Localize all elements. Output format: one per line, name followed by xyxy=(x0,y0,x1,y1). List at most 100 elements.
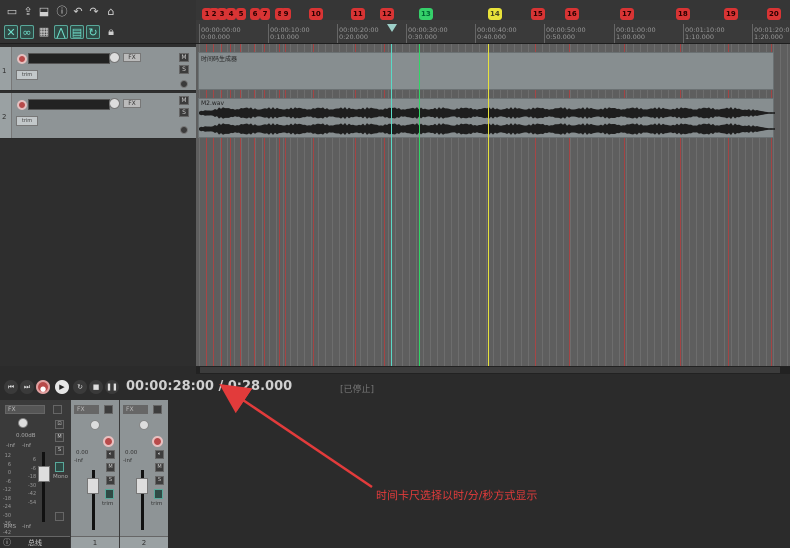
volume-knob[interactable] xyxy=(109,52,120,63)
master-name: 总线 xyxy=(28,539,42,547)
master-fx-button[interactable]: S xyxy=(55,446,64,455)
marker-15[interactable]: 15 xyxy=(531,8,545,20)
go-to-end-icon[interactable]: ⏭ xyxy=(20,380,34,394)
timeline-ruler[interactable]: 1 2 3 4 5 6 7 8 9 10 11 12 13 14 15 16 17 18 19 20 00:00:00… xyxy=(196,0,790,44)
fx-bypass-button[interactable] xyxy=(153,405,162,414)
track-name-field[interactable] xyxy=(28,53,110,64)
master-route-button[interactable] xyxy=(55,512,64,521)
loop-icon[interactable]: ↻ xyxy=(73,380,87,394)
project-settings-icon[interactable]: ⓘ xyxy=(55,5,69,19)
arrange-view[interactable]: 时间码生成器 M2.wav xyxy=(196,44,790,366)
scale-label: 6 xyxy=(32,457,36,463)
fx-button[interactable]: FX xyxy=(74,405,99,414)
mute-button[interactable]: 🔈︎ xyxy=(106,450,115,459)
mute-button[interactable]: M xyxy=(179,96,189,105)
fx-button[interactable]: FX xyxy=(123,99,141,108)
new-project-icon[interactable]: ▭ xyxy=(5,5,19,19)
fx-button[interactable]: FX xyxy=(123,405,148,414)
record-arm-button[interactable] xyxy=(17,100,27,110)
envelope-button[interactable]: trim xyxy=(16,116,38,126)
marker-line xyxy=(771,44,772,366)
envelope-button[interactable]: trim xyxy=(16,70,38,80)
track-2-header[interactable]: 2 FX trim M S xyxy=(0,93,196,139)
master-mono-icon[interactable] xyxy=(55,462,64,472)
redo-icon[interactable]: ↷ xyxy=(87,5,101,19)
master-fader[interactable] xyxy=(38,466,50,482)
playhead-marker-icon[interactable] xyxy=(387,24,397,34)
envelope-lock-icon[interactable]: ▤ xyxy=(70,25,84,39)
marker-17[interactable]: 17 xyxy=(620,8,634,20)
record-arm-button[interactable] xyxy=(103,436,114,447)
marker-10[interactable]: 10 xyxy=(309,8,323,20)
trim-icon[interactable] xyxy=(154,489,163,499)
master-fader-track xyxy=(42,452,45,522)
phase-button[interactable]: S xyxy=(106,476,115,485)
global-lock-icon[interactable]: 🔒︎ xyxy=(104,25,118,39)
pause-button[interactable]: ❚❚ xyxy=(105,380,119,394)
play-button[interactable]: ▶ xyxy=(55,380,69,394)
marker-20[interactable]: 20 xyxy=(767,8,781,20)
marker-7[interactable]: 7 xyxy=(260,8,270,20)
marker-14[interactable]: 14 xyxy=(488,8,502,20)
edit-cursor xyxy=(391,44,392,366)
track-name-field[interactable] xyxy=(28,99,110,110)
marker-6[interactable]: 6 xyxy=(250,8,260,20)
marker-19[interactable]: 19 xyxy=(724,8,738,20)
ripple-edit-icon[interactable]: ∞ xyxy=(20,25,34,39)
fx-button[interactable]: FX xyxy=(123,53,141,62)
marker-16[interactable]: 16 xyxy=(565,8,579,20)
grid-line xyxy=(654,44,655,366)
volume-knob[interactable] xyxy=(109,98,120,109)
solo-button[interactable]: M xyxy=(106,463,115,472)
master-mute-button[interactable]: ⊡ xyxy=(55,420,64,429)
horizontal-scrollbar[interactable] xyxy=(196,366,790,374)
volume-knob[interactable] xyxy=(90,420,100,430)
volume-fader[interactable] xyxy=(87,478,99,494)
ruler-tick-label: 00:01:10:00 1:10.000 xyxy=(685,26,725,41)
mute-button[interactable]: 🔈︎ xyxy=(155,450,164,459)
waveform xyxy=(199,107,775,135)
grid-snap-icon[interactable]: ✕ xyxy=(4,25,18,39)
scrollbar-thumb[interactable] xyxy=(200,367,780,373)
marker-9[interactable]: 9 xyxy=(281,8,291,20)
time-display[interactable]: 00:00:28:00 / 0:28.000 xyxy=(126,379,292,394)
loop-points-icon[interactable]: ↻ xyxy=(86,25,100,39)
marker-4[interactable]: 4 xyxy=(226,8,236,20)
master-solo-button[interactable]: M xyxy=(55,433,64,442)
marker-12[interactable]: 12 xyxy=(380,8,394,20)
marker-line xyxy=(206,44,207,366)
track-1-header[interactable]: 1 FX trim M S xyxy=(0,47,196,91)
volume-fader[interactable] xyxy=(136,478,148,494)
fx-bypass-button[interactable] xyxy=(104,405,113,414)
master-volume-knob[interactable] xyxy=(18,418,28,428)
volume-knob[interactable] xyxy=(139,420,149,430)
phase-button[interactable] xyxy=(180,80,188,88)
media-item-m2-wav[interactable]: M2.wav xyxy=(198,98,775,138)
solo-button[interactable]: M xyxy=(155,463,164,472)
metronome-icon[interactable]: ⌂ xyxy=(104,5,118,19)
go-to-start-icon[interactable]: ⏮ xyxy=(4,380,18,394)
info-icon[interactable]: ⓘ xyxy=(3,537,11,548)
mute-button[interactable]: M xyxy=(179,53,189,62)
phase-button[interactable] xyxy=(180,126,188,134)
marker-13[interactable]: 13 xyxy=(419,8,433,20)
marker-18[interactable]: 18 xyxy=(676,8,690,20)
auto-crossfade-icon[interactable]: ⋀ xyxy=(54,25,68,39)
trim-icon[interactable] xyxy=(105,489,114,499)
open-project-icon[interactable]: ⇪ xyxy=(21,5,35,19)
solo-button[interactable]: S xyxy=(179,108,189,117)
record-button[interactable]: ● xyxy=(36,380,50,394)
fx-bypass-button[interactable] xyxy=(53,405,62,414)
phase-button[interactable]: S xyxy=(155,476,164,485)
stop-button[interactable]: ■ xyxy=(89,380,103,394)
marker-5[interactable]: 5 xyxy=(236,8,246,20)
undo-icon[interactable]: ↶ xyxy=(71,5,85,19)
record-arm-button[interactable] xyxy=(152,436,163,447)
item-grouping-icon[interactable]: ▦ xyxy=(37,25,51,39)
record-arm-button[interactable] xyxy=(17,54,27,64)
save-project-icon[interactable]: ⬓ xyxy=(37,5,51,19)
marker-11[interactable]: 11 xyxy=(351,8,365,20)
fx-button[interactable]: FX xyxy=(5,405,45,414)
media-item-timecode-generator[interactable]: 时间码生成器 xyxy=(198,52,774,90)
solo-button[interactable]: S xyxy=(179,65,189,74)
